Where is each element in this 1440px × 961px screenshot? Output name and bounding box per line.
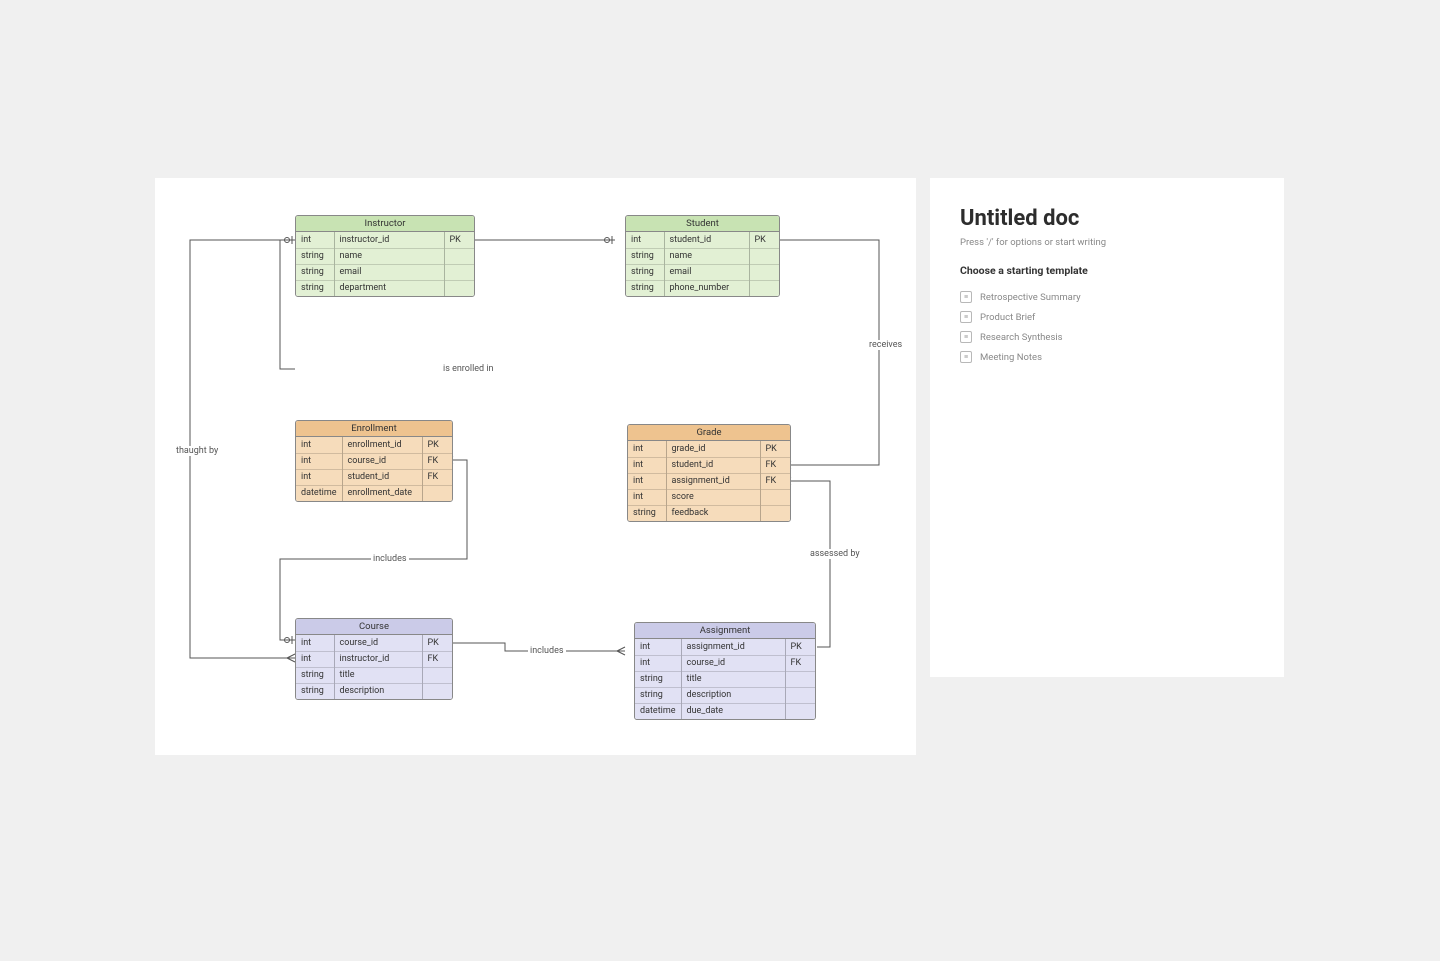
doc-icon: ≡ [960, 331, 972, 343]
rel-label-is-enrolled-in: is enrolled in [441, 364, 496, 374]
template-label: Meeting Notes [980, 352, 1042, 363]
entity-table: intstudent_idPK stringname stringemail s… [626, 232, 779, 296]
rel-label-includes-1: includes [371, 554, 409, 564]
entity-title: Student [626, 216, 779, 232]
entity-table: intinstructor_idPK stringname stringemai… [296, 232, 474, 296]
template-retrospective-summary[interactable]: ≡ Retrospective Summary [960, 287, 1254, 307]
diagram-canvas[interactable]: thaught by is enrolled in receives inclu… [155, 178, 916, 755]
doc-icon: ≡ [960, 291, 972, 303]
entity-title: Instructor [296, 216, 474, 232]
entity-grade[interactable]: Grade intgrade_idPK intstudent_idFK inta… [627, 424, 791, 522]
entity-instructor[interactable]: Instructor intinstructor_idPK stringname… [295, 215, 475, 297]
entity-course[interactable]: Course intcourse_idPK intinstructor_idFK… [295, 618, 453, 700]
template-label: Research Synthesis [980, 332, 1063, 343]
template-meeting-notes[interactable]: ≡ Meeting Notes [960, 347, 1254, 367]
entity-table: intgrade_idPK intstudent_idFK intassignm… [628, 441, 790, 521]
template-research-synthesis[interactable]: ≡ Research Synthesis [960, 327, 1254, 347]
side-doc-panel: Untitled doc Press '/' for options or st… [930, 178, 1284, 677]
entity-title: Grade [628, 425, 790, 441]
entity-enrollment[interactable]: Enrollment intenrollment_idPK intcourse_… [295, 420, 453, 502]
entity-table: intcourse_idPK intinstructor_idFK string… [296, 635, 452, 699]
doc-icon: ≡ [960, 311, 972, 323]
entity-student[interactable]: Student intstudent_idPK stringname strin… [625, 215, 780, 297]
doc-icon: ≡ [960, 351, 972, 363]
doc-hint: Press '/' for options or start writing [960, 237, 1254, 248]
templates-heading: Choose a starting template [960, 264, 1254, 277]
entity-table: intenrollment_idPK intcourse_idFK intstu… [296, 437, 452, 501]
entity-title: Enrollment [296, 421, 452, 437]
doc-title[interactable]: Untitled doc [960, 206, 1254, 231]
template-label: Product Brief [980, 312, 1035, 323]
rel-label-receives: receives [867, 340, 904, 350]
entity-assignment[interactable]: Assignment intassignment_idPK intcourse_… [634, 622, 816, 720]
entity-table: intassignment_idPK intcourse_idFK string… [635, 639, 815, 719]
entity-title: Course [296, 619, 452, 635]
rel-label-taught-by: thaught by [174, 446, 220, 456]
template-product-brief[interactable]: ≡ Product Brief [960, 307, 1254, 327]
entity-title: Assignment [635, 623, 815, 639]
template-label: Retrospective Summary [980, 292, 1081, 303]
rel-label-assessed-by: assessed by [808, 549, 862, 559]
rel-label-includes-2: includes [528, 646, 566, 656]
